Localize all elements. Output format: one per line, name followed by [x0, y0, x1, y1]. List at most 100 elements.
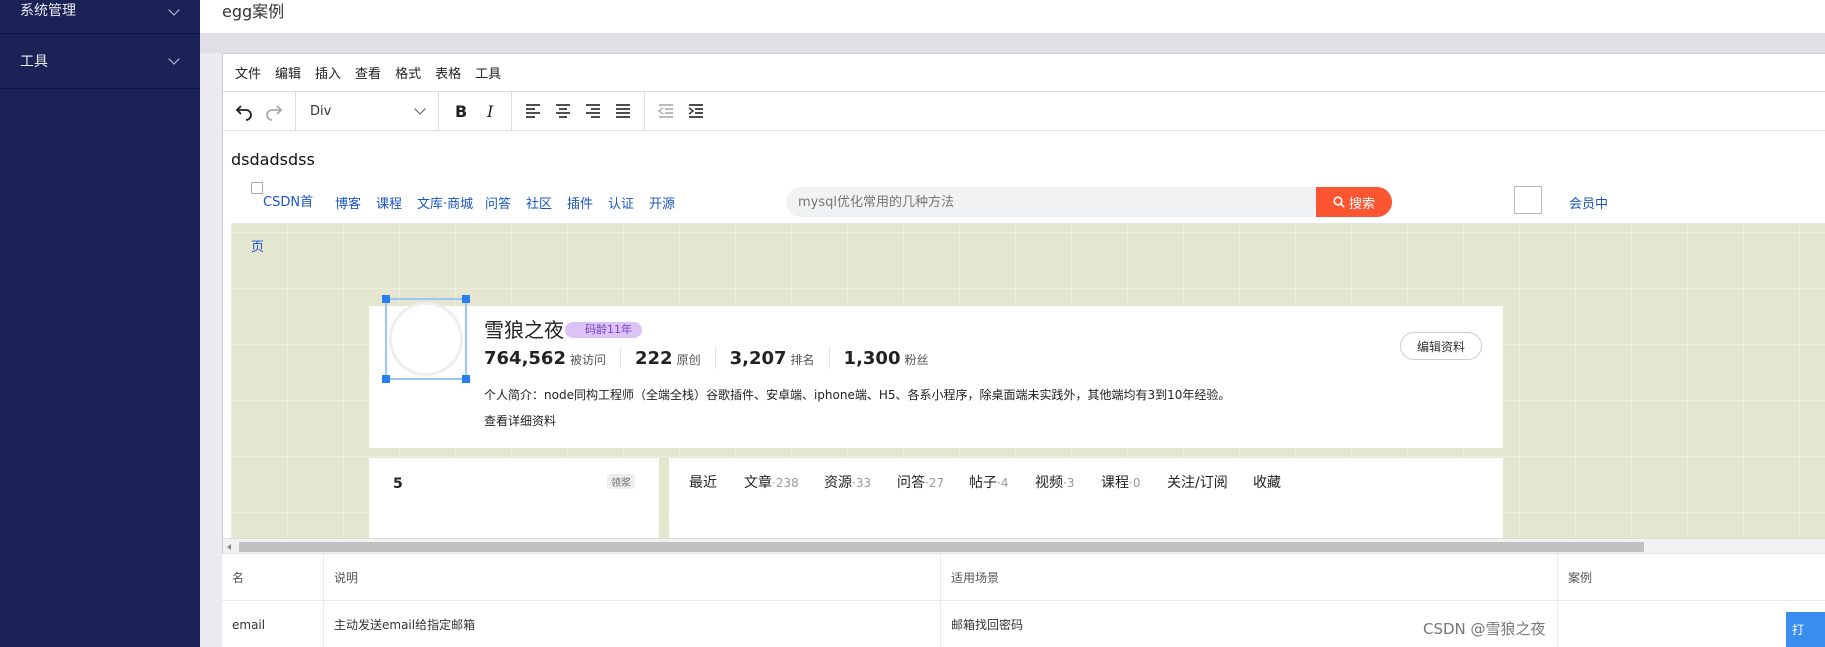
- menu-view[interactable]: 查看: [355, 63, 381, 82]
- undo-icon: [235, 105, 252, 121]
- stat-visits: 764,562 被访问: [484, 348, 621, 369]
- editor-toolbar: Div B I: [223, 92, 1825, 131]
- search-input[interactable]: [786, 187, 1316, 217]
- table-row: email 主动发送email给指定邮箱 邮箱找回密码: [222, 601, 1825, 647]
- stat-label: 粉丝: [904, 353, 929, 367]
- tab-articles[interactable]: 文章·238: [744, 472, 799, 492]
- tab-resources[interactable]: 资源·33: [824, 472, 871, 492]
- nav-link-qa[interactable]: 问答: [485, 193, 511, 212]
- csdn-logo-broken-image[interactable]: CSDN首: [251, 182, 313, 210]
- broken-image-icon: [251, 182, 263, 194]
- menu-insert[interactable]: 插入: [315, 63, 341, 82]
- align-justify-button[interactable]: [608, 96, 638, 126]
- edit-profile-button[interactable]: 编辑资料: [1400, 332, 1482, 360]
- code-age-badge: 码龄11年: [565, 322, 642, 338]
- align-center-button[interactable]: [548, 96, 578, 126]
- tab-label: 关注/订阅: [1167, 475, 1228, 491]
- nav-link-plugin[interactable]: 插件: [567, 193, 593, 212]
- avatar: [389, 302, 463, 376]
- indent-button[interactable]: [681, 96, 711, 126]
- align-center-icon: [556, 104, 570, 118]
- page-title: egg案例: [222, 2, 285, 21]
- profile-details-link[interactable]: 查看详细资料: [484, 412, 556, 429]
- user-avatar-broken-image[interactable]: [1514, 186, 1542, 214]
- resize-handle[interactable]: [382, 295, 390, 303]
- sidebar-item-tools[interactable]: 工具: [0, 34, 200, 89]
- vip-center-link[interactable]: 会员中: [1569, 193, 1608, 212]
- nav-link-opensource[interactable]: 开源: [649, 193, 675, 212]
- sidebar-item-label: 工具: [20, 54, 48, 70]
- scroll-left-icon[interactable]: [227, 544, 231, 550]
- stat-original: 222 原创: [635, 348, 716, 369]
- align-right-icon: [586, 104, 600, 118]
- menu-format[interactable]: 格式: [395, 63, 421, 82]
- tab-favorites[interactable]: 收藏: [1253, 472, 1281, 492]
- table-header-cell: 案例: [1568, 571, 1593, 585]
- profile-stats: 764,562 被访问 222 原创 3,207 排名 1,300 粉丝: [484, 348, 957, 369]
- stat-value: 1,300: [843, 348, 901, 369]
- editor-content[interactable]: dsdadsdss CSDN首 博客 课程 文库·商城 问答 社区 插件 认证 …: [223, 132, 1825, 538]
- horizontal-scrollbar[interactable]: [223, 538, 1825, 554]
- scrollbar-thumb[interactable]: [239, 542, 1644, 552]
- nav-link-course[interactable]: 课程: [376, 193, 402, 212]
- stat-label: 原创: [676, 353, 701, 367]
- tab-following[interactable]: 关注/订阅: [1167, 472, 1228, 492]
- tab-label: 最近: [689, 475, 717, 491]
- bold-icon: B: [455, 102, 467, 121]
- main-area: egg案例 文件 编辑 插入 查看 格式 表格 工具 Div B I dsdad…: [200, 0, 1825, 647]
- bold-button[interactable]: B: [445, 96, 475, 126]
- sidebar-item-system-management[interactable]: 系统管理: [0, 0, 200, 34]
- search-button[interactable]: 搜索: [1316, 187, 1392, 217]
- italic-button[interactable]: I: [475, 96, 505, 126]
- rich-text-editor: 文件 编辑 插入 查看 格式 表格 工具 Div B I dsdadsdss C…: [222, 53, 1825, 554]
- tab-count: ·3: [1063, 476, 1075, 490]
- sidebar: 系统管理 工具: [0, 0, 200, 647]
- resize-handle[interactable]: [462, 375, 470, 383]
- nav-link-blog[interactable]: 博客: [335, 193, 361, 212]
- tab-posts[interactable]: 帖子·4: [969, 472, 1008, 492]
- outdent-button[interactable]: [651, 96, 681, 126]
- selected-avatar-image[interactable]: [382, 295, 470, 383]
- align-left-icon: [526, 104, 540, 118]
- chevron-down-icon: [168, 4, 180, 16]
- stat-label: 被访问: [569, 353, 606, 367]
- tab-label: 课程: [1101, 475, 1129, 491]
- resize-handle[interactable]: [462, 295, 470, 303]
- logo-alt-text: CSDN首: [263, 195, 314, 210]
- undo-button[interactable]: [229, 96, 259, 126]
- stat-rank: 3,207 排名: [730, 348, 830, 369]
- tab-courses[interactable]: 课程·0: [1101, 472, 1140, 492]
- table-header-row: 名 说明 适用场景 案例: [222, 554, 1825, 601]
- content-tabs-panel: 最近 文章·238 资源·33 问答·27 帖子·4 视频·3 课程·0 关注/…: [669, 458, 1503, 538]
- menu-tools[interactable]: 工具: [475, 63, 501, 82]
- tab-videos[interactable]: 视频·3: [1035, 472, 1074, 492]
- nav-link-certify[interactable]: 认证: [608, 193, 634, 212]
- redo-button[interactable]: [259, 96, 289, 126]
- side-panel-tag[interactable]: 领浆: [607, 474, 635, 489]
- menu-file[interactable]: 文件: [235, 63, 261, 82]
- tab-recent[interactable]: 最近: [689, 472, 717, 492]
- tab-count: ·33: [852, 476, 872, 490]
- menu-edit[interactable]: 编辑: [275, 63, 301, 82]
- block-format-group: Div: [296, 92, 439, 130]
- stat-value: 3,207: [729, 348, 787, 369]
- menu-table[interactable]: 表格: [435, 63, 461, 82]
- resize-handle[interactable]: [382, 375, 390, 383]
- block-format-value: Div: [310, 103, 332, 119]
- tab-qa[interactable]: 问答·27: [897, 472, 944, 492]
- text-style-group: B I: [439, 92, 512, 130]
- table-cell: 主动发送email给指定邮箱: [324, 601, 941, 647]
- csdn-navbar: CSDN首 博客 课程 文库·商城 问答 社区 插件 认证 开源 搜索: [231, 176, 1825, 224]
- floating-button[interactable]: 打: [1786, 612, 1825, 647]
- stat-value: 764,562: [484, 348, 566, 369]
- table-header-cell: 说明: [324, 554, 941, 601]
- nav-link-library[interactable]: 文库·商城: [417, 193, 473, 212]
- table-header-cell: 适用场景: [941, 554, 1558, 601]
- stat-value: 222: [635, 348, 673, 369]
- search-button-label: 搜索: [1348, 196, 1375, 212]
- nav-link-community[interactable]: 社区: [526, 193, 552, 212]
- tab-count: ·0: [1129, 476, 1141, 490]
- align-left-button[interactable]: [518, 96, 548, 126]
- block-format-select[interactable]: Div: [302, 96, 432, 126]
- align-right-button[interactable]: [578, 96, 608, 126]
